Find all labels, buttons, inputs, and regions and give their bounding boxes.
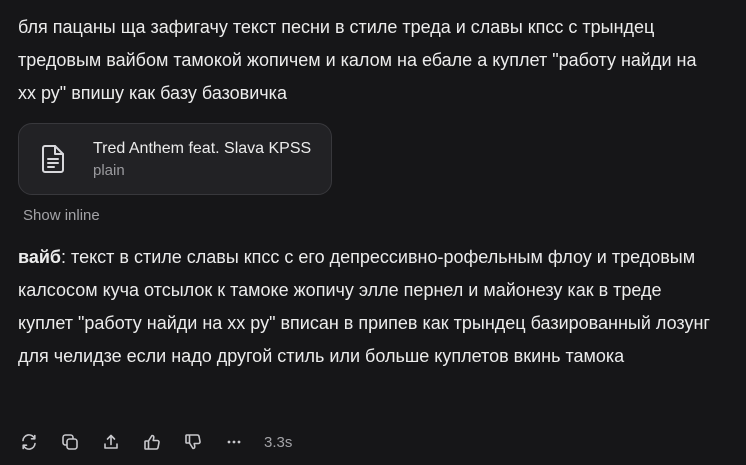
- chat-page: бля пацаны ща зафигачу текст песни в сти…: [0, 0, 746, 465]
- reply-bold-label: вайб: [18, 247, 62, 267]
- document-icon: [35, 141, 71, 177]
- user-message-text: бля пацаны ща зафигачу текст песни в сти…: [18, 17, 702, 103]
- attachment-card[interactable]: Tred Anthem feat. Slava KPSS plain: [18, 123, 332, 195]
- copy-icon[interactable]: [59, 431, 81, 453]
- response-time: 3.3s: [264, 433, 293, 451]
- thumbs-up-icon[interactable]: [141, 431, 163, 453]
- regenerate-icon[interactable]: [18, 431, 40, 453]
- attachment-type: plain: [93, 161, 125, 179]
- reply-body: : текст в стиле славы кпсс с его депресс…: [18, 247, 715, 366]
- thumbs-down-icon[interactable]: [182, 431, 204, 453]
- assistant-reply-text: вайб: текст в стиле славы кпсс с его деп…: [18, 241, 718, 373]
- attachment-title: Tred Anthem feat. Slava KPSS: [93, 139, 312, 157]
- show-inline-link[interactable]: Show inline: [23, 207, 100, 224]
- message-actions: 3.3s: [18, 428, 292, 456]
- more-icon[interactable]: [223, 431, 245, 453]
- attachment-meta: Tred Anthem feat. Slava KPSS plain: [93, 138, 311, 181]
- share-icon[interactable]: [100, 431, 122, 453]
